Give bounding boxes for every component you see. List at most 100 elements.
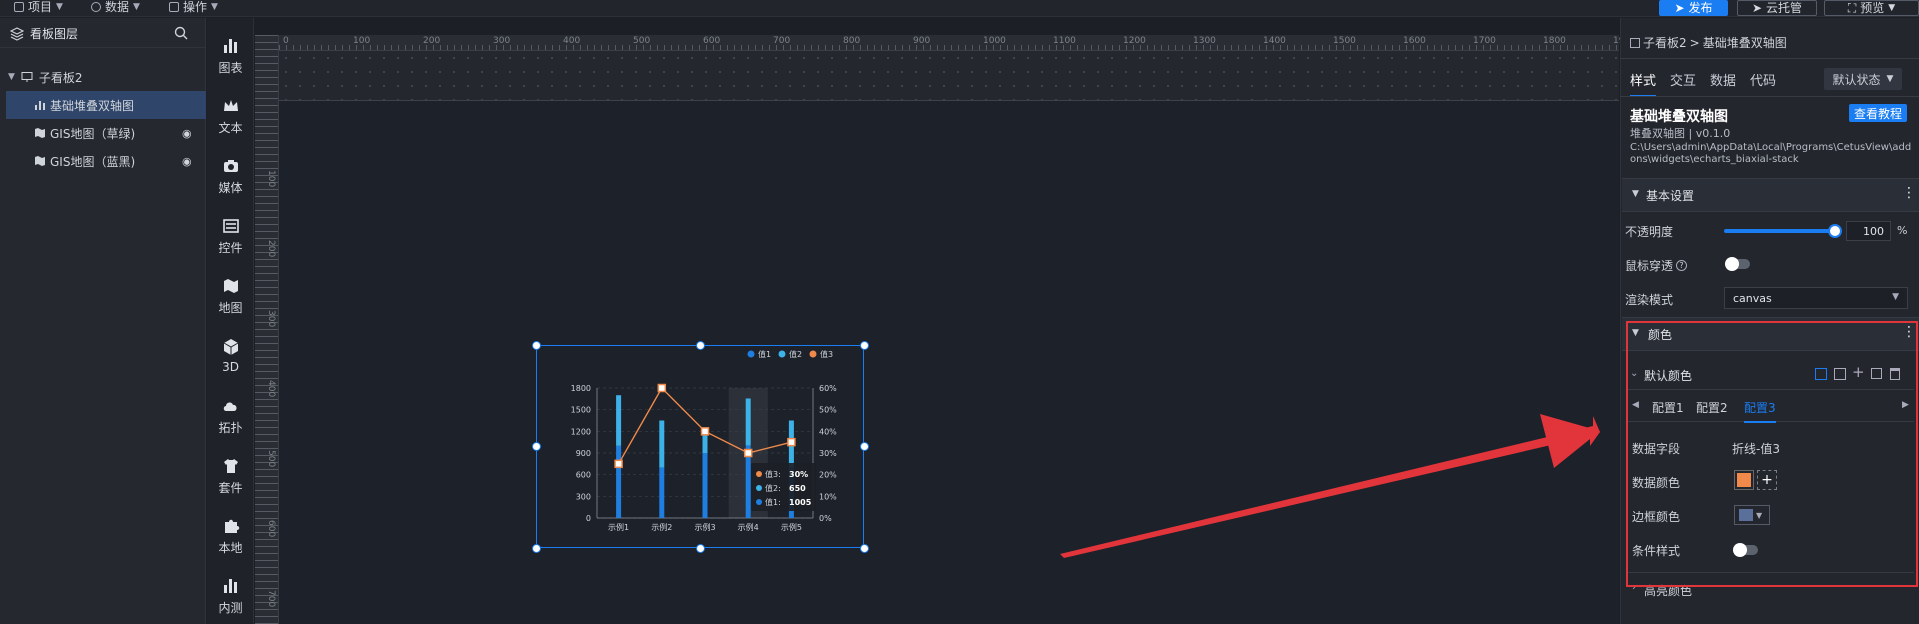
layer-group[interactable]: ▼ 子看板2 bbox=[0, 63, 206, 91]
resize-handle[interactable] bbox=[696, 341, 705, 350]
tutorial-button[interactable]: 查看教程 bbox=[1849, 104, 1907, 122]
menu-data[interactable]: 数据 ▼ bbox=[91, 0, 140, 14]
ruler-tick-label: 1100 bbox=[1053, 36, 1076, 46]
opacity-slider-thumb[interactable] bbox=[1828, 224, 1842, 238]
tool-local[interactable]: 本地 bbox=[207, 510, 254, 562]
layers-icon bbox=[10, 27, 24, 41]
opacity-slider[interactable] bbox=[1724, 229, 1834, 233]
tool-kit[interactable]: 套件 bbox=[207, 450, 254, 502]
bar-value-1 bbox=[659, 467, 665, 518]
chevron-down-icon: ▼ bbox=[1892, 292, 1899, 302]
opacity-label: 不透明度 bbox=[1625, 225, 1674, 239]
tool-chart[interactable]: 图表 bbox=[207, 30, 254, 82]
line-point bbox=[700, 427, 710, 436]
monitor-icon bbox=[21, 72, 33, 82]
highlight-annotation-box bbox=[1626, 321, 1918, 587]
eye-hidden-icon[interactable]: ◉ bbox=[182, 127, 192, 140]
mouse-through-toggle[interactable] bbox=[1725, 257, 1750, 271]
cube-icon bbox=[223, 339, 238, 355]
chart-widget[interactable]: 0 300 600 900 1200 1500 1800 0% 10% 20% 30% 40% 50% 6… bbox=[532, 341, 869, 553]
send-icon: ➤ bbox=[1751, 1, 1763, 15]
cloud-hosting-button[interactable]: ➤ 云托管 bbox=[1737, 0, 1817, 16]
layer-item-gis-blue[interactable]: GIS地图（蓝黑) ◉ bbox=[0, 147, 206, 175]
search-icon[interactable] bbox=[174, 26, 188, 40]
divider bbox=[1620, 58, 1919, 59]
legend-marker bbox=[809, 350, 817, 358]
publish-button[interactable]: ➤ 发布 bbox=[1659, 0, 1728, 16]
layer-item-gis-green[interactable]: GIS地图（草绿) ◉ bbox=[0, 119, 206, 147]
tooltip-marker bbox=[756, 499, 762, 505]
tab-interaction[interactable]: 交互 bbox=[1670, 70, 1696, 97]
bar-value-2 bbox=[659, 420, 665, 468]
ruler-tick-label: 700 bbox=[266, 590, 276, 608]
ruler-tick-label: 100 bbox=[353, 36, 371, 46]
tab-data[interactable]: 数据 bbox=[1710, 70, 1736, 97]
ruler-tick-label: 200 bbox=[266, 240, 276, 258]
legend-marker bbox=[778, 350, 786, 358]
breadcrumb: 子看板2 > 基础堆叠双轴图 bbox=[1630, 34, 1787, 51]
layer-item-chart[interactable]: 基础堆叠双轴图 bbox=[6, 91, 206, 119]
tab-code[interactable]: 代码 bbox=[1750, 70, 1776, 97]
layer-panel-header: 看板图层 bbox=[0, 18, 206, 48]
y-right-tick-label: 20% bbox=[819, 471, 837, 480]
chevron-down-icon: ▼ bbox=[1886, 74, 1894, 84]
ruler-tick-label: 1000 bbox=[983, 36, 1006, 46]
state-select[interactable]: 默认状态 ▼ bbox=[1824, 68, 1902, 90]
ruler-tick-label: 200 bbox=[423, 36, 441, 46]
more-icon[interactable]: ⋮ bbox=[1902, 185, 1916, 201]
y-right-tick-label: 0% bbox=[819, 514, 832, 523]
menu-project[interactable]: 项目 ▼ bbox=[14, 0, 63, 14]
tool-3d[interactable]: 3D bbox=[207, 330, 254, 382]
grid-icon bbox=[169, 2, 179, 12]
resize-handle[interactable] bbox=[860, 544, 869, 553]
tool-topology[interactable]: 拓扑 bbox=[207, 390, 254, 442]
section-basic-settings[interactable]: ▼ 基本设置 ⋮ bbox=[1622, 178, 1919, 212]
caret-down-icon: ▼ bbox=[1632, 189, 1639, 199]
ruler-tick-label: 300 bbox=[493, 36, 511, 46]
bar-chart-icon bbox=[35, 101, 45, 110]
tool-text[interactable]: 文本 bbox=[207, 90, 254, 142]
camera-icon bbox=[223, 159, 238, 172]
y-right-tick-label: 30% bbox=[819, 449, 837, 458]
tab-style[interactable]: 样式 bbox=[1630, 70, 1657, 97]
resize-handle[interactable] bbox=[532, 341, 541, 350]
tool-map[interactable]: 地图 bbox=[207, 270, 254, 322]
opacity-input[interactable]: 100 bbox=[1846, 221, 1891, 241]
breadcrumb-root[interactable]: 子看板2 bbox=[1643, 34, 1687, 51]
x-tick-label: 示例4 bbox=[738, 522, 759, 532]
ruler-tick-label: 1200 bbox=[1123, 36, 1146, 46]
layer-panel-title: 看板图层 bbox=[30, 27, 79, 41]
y-left-tick-label: 1800 bbox=[571, 384, 591, 393]
y-left-tick-label: 0 bbox=[586, 514, 591, 523]
ruler-tick-label: 500 bbox=[633, 36, 651, 46]
tool-beta[interactable]: 内测 bbox=[207, 570, 254, 622]
help-icon[interactable]: ? bbox=[1676, 260, 1688, 271]
resize-handle[interactable] bbox=[532, 544, 541, 553]
tool-control[interactable]: 控件 bbox=[207, 210, 254, 262]
ruler-tick-label: 1400 bbox=[1263, 36, 1286, 46]
resize-handle[interactable] bbox=[696, 544, 705, 553]
ruler-tick-label: 300 bbox=[266, 310, 276, 328]
chevron-down-icon: ▼ bbox=[56, 2, 63, 12]
widget-path: C:\Users\admin\AppData\Local\Programs\Ce… bbox=[1630, 142, 1912, 165]
tool-media[interactable]: 媒体 bbox=[207, 150, 254, 202]
resize-handle[interactable] bbox=[532, 442, 541, 451]
fullscreen-icon: ⛶ bbox=[1847, 1, 1857, 15]
menu-operations[interactable]: 操作 ▼ bbox=[169, 0, 218, 14]
breadcrumb-current: 基础堆叠双轴图 bbox=[1702, 36, 1787, 50]
ruler-tick-label: 100 bbox=[266, 170, 276, 188]
resize-handle[interactable] bbox=[860, 341, 869, 350]
y-left-tick-label: 1500 bbox=[571, 406, 591, 415]
legend-label: 值3 bbox=[820, 349, 833, 359]
tooltip-marker bbox=[756, 485, 762, 491]
resize-handle[interactable] bbox=[860, 442, 869, 451]
breadcrumb-separator: > bbox=[1689, 35, 1700, 50]
render-mode-select[interactable]: canvas ▼ bbox=[1724, 287, 1908, 309]
ruler-tick-label: 1300 bbox=[1193, 36, 1216, 46]
chevron-down-icon: ▼ bbox=[133, 2, 140, 12]
eye-hidden-icon[interactable]: ◉ bbox=[182, 155, 192, 168]
preview-button[interactable]: ⛶ 预览 ▼ bbox=[1824, 0, 1919, 16]
ruler-tick-label: 600 bbox=[703, 36, 721, 46]
percent-unit: % bbox=[1897, 224, 1908, 237]
y-right-tick-label: 60% bbox=[819, 384, 837, 393]
